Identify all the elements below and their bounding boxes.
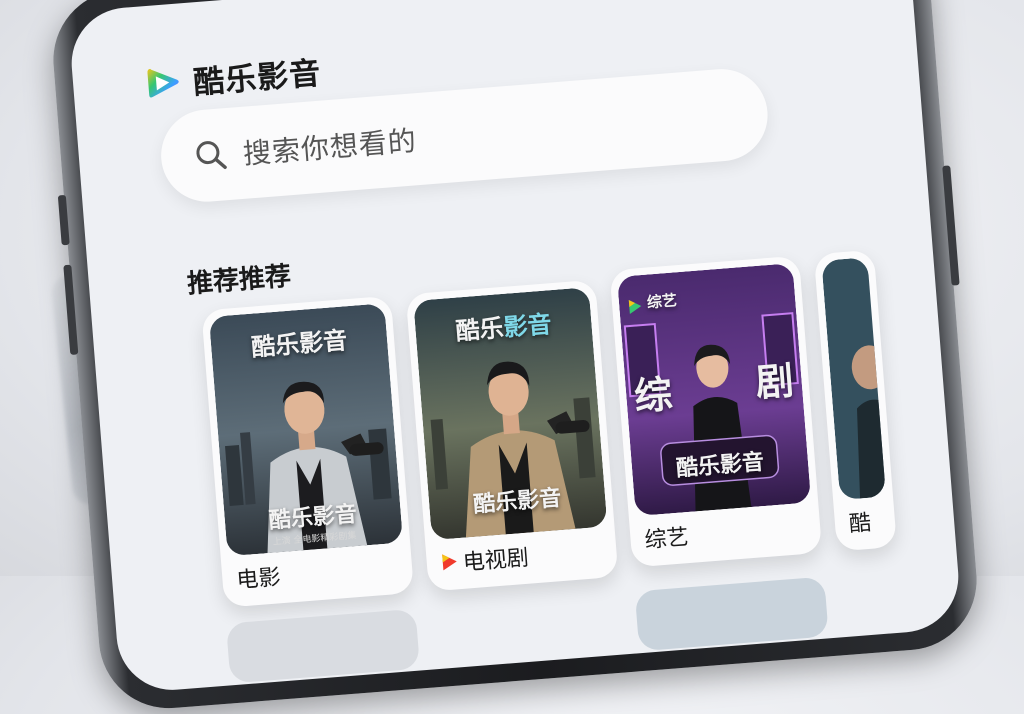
category-card-tv-series[interactable]: 酷乐影音 酷乐影音 电视剧 xyxy=(405,279,619,592)
next-row-card[interactable] xyxy=(225,608,421,684)
search-input[interactable]: 搜索你想看的 xyxy=(241,119,418,173)
category-card-variety[interactable]: 综艺 综 剧 酷乐影音 综艺 xyxy=(609,255,823,568)
poster-badge: 综艺 xyxy=(646,291,678,312)
volume-up-button xyxy=(57,194,70,246)
card-label: 综艺 xyxy=(643,519,690,554)
section-title: 推荐推荐 xyxy=(186,261,293,300)
poster-title-top-a: 酷乐 xyxy=(454,313,505,346)
category-card-movie[interactable]: 酷乐影音 酷乐影音 上演 全电影精彩剧集 电影 xyxy=(201,295,415,608)
partial-poster-graphic xyxy=(821,257,886,501)
search-icon xyxy=(196,141,227,169)
category-card-partial[interactable]: 酷 xyxy=(813,249,897,552)
next-row-card[interactable] xyxy=(634,576,829,652)
card-label-text: 酷 xyxy=(848,510,873,538)
poster-char-left: 综 xyxy=(632,371,675,419)
poster-title-top-b: 影音 xyxy=(502,310,553,342)
card-label: 电视剧 xyxy=(440,540,530,579)
poster-char-right: 剧 xyxy=(753,358,796,406)
power-button xyxy=(942,165,960,286)
phone: 酷乐影音 搜索你想看的 推荐推荐 酷乐影音 酷乐影音 上演 全电影精彩剧集 电影… xyxy=(48,0,982,714)
app-logo-icon xyxy=(147,68,179,98)
card-label-text: 综艺 xyxy=(643,525,690,554)
phone-screen: 酷乐影音 搜索你想看的 推荐推荐 酷乐影音 酷乐影音 上演 全电影精彩剧集 电影… xyxy=(67,0,963,695)
poster-image: 综艺 综 剧 酷乐影音 xyxy=(616,263,812,517)
card-label-text: 电影 xyxy=(235,565,282,594)
poster-image xyxy=(821,257,886,501)
app-header: 酷乐影音 xyxy=(142,48,323,107)
phone-frame: 酷乐影音 搜索你想看的 推荐推荐 酷乐影音 酷乐影音 上演 全电影精彩剧集 电影… xyxy=(48,0,982,714)
poster-image: 酷乐影音 酷乐影音 上演 全电影精彩剧集 xyxy=(208,303,404,557)
poster-image: 酷乐影音 酷乐影音 xyxy=(413,287,608,541)
card-label: 电影 xyxy=(235,559,282,594)
app-title: 酷乐影音 xyxy=(192,55,323,102)
play-icon xyxy=(442,554,457,571)
card-label-text: 电视剧 xyxy=(461,545,530,576)
card-label: 酷 xyxy=(848,505,872,539)
